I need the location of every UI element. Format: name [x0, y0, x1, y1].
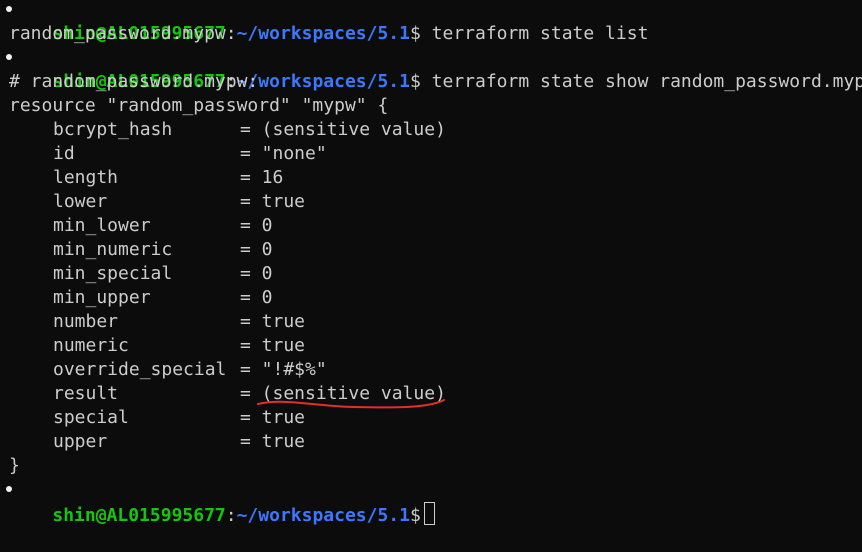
- attribute-key: min_lower: [53, 215, 151, 236]
- attribute-row: bcrypt_hash = (sensitive value): [9, 118, 446, 142]
- attribute-key: id: [53, 143, 75, 164]
- attribute-row: number = true: [9, 310, 305, 334]
- attribute-key: result: [53, 383, 119, 404]
- attribute-row: lower = true: [9, 190, 305, 214]
- attribute-row: id = "none": [9, 142, 327, 166]
- attribute-key: special: [53, 407, 129, 428]
- attribute-value: = true: [240, 407, 306, 428]
- attribute-value: = "!#$%": [240, 359, 327, 380]
- attribute-key: upper: [53, 431, 108, 452]
- attribute-key: lower: [53, 191, 108, 212]
- prompt-dollar: $: [409, 71, 421, 92]
- attribute-row: special = true: [9, 406, 305, 430]
- attribute-value: = (sensitive value): [240, 383, 446, 404]
- attribute-row: min_special = 0: [9, 262, 273, 286]
- attribute-key: override_special: [53, 359, 227, 380]
- command-text: terraform state show random_password.myp…: [420, 71, 862, 92]
- attribute-value: = 16: [240, 167, 284, 188]
- attribute-value: = 0: [240, 287, 273, 308]
- terminal-cursor[interactable]: [423, 502, 435, 525]
- prompt-colon: :: [225, 23, 237, 44]
- attribute-value: = 0: [240, 263, 273, 284]
- prompt-dollar: $: [409, 505, 421, 526]
- attribute-row: upper = true: [9, 430, 305, 454]
- closing-brace: }: [9, 455, 20, 476]
- prompt-colon: :: [225, 505, 237, 526]
- prompt-dollar: $: [409, 23, 421, 44]
- attribute-value: = true: [240, 431, 306, 452]
- output-line: random_password.mypw: [9, 23, 226, 44]
- attribute-key: numeric: [53, 335, 129, 356]
- attribute-row: min_lower = 0: [9, 214, 273, 238]
- prompt-line: shin@AL015995677:~/workspaces/5.1$: [6, 478, 435, 526]
- prompt-path: ~/workspaces/5.1: [236, 505, 410, 526]
- attribute-key: length: [53, 167, 119, 188]
- attribute-row: length = 16: [9, 166, 283, 190]
- attribute-row: result = (sensitive value): [9, 382, 446, 406]
- prompt-path: ~/workspaces/5.1: [236, 23, 410, 44]
- attribute-value: = (sensitive value): [240, 119, 446, 140]
- attribute-key: min_upper: [53, 287, 151, 308]
- prompt-line: shin@AL015995677:~/workspaces/5.1$ terra…: [6, 0, 648, 44]
- attribute-row: min_upper = 0: [9, 286, 273, 310]
- prompt-marker-icon: [6, 54, 12, 60]
- prompt-marker-icon: [6, 486, 12, 492]
- attribute-key: bcrypt_hash: [53, 119, 173, 140]
- attribute-row: override_special = "!#$%": [9, 358, 327, 382]
- attribute-value: = 0: [240, 215, 273, 236]
- attribute-value: = "none": [240, 143, 327, 164]
- attribute-value: = 0: [240, 239, 273, 260]
- prompt-marker-icon: [6, 6, 12, 12]
- attribute-key: min_numeric: [53, 239, 173, 260]
- prompt-path: ~/workspaces/5.1: [236, 71, 410, 92]
- attribute-value: = true: [240, 335, 306, 356]
- attribute-row: min_numeric = 0: [9, 238, 273, 262]
- attribute-key: min_special: [53, 263, 173, 284]
- attribute-row: numeric = true: [9, 334, 305, 358]
- attribute-value: = true: [240, 191, 306, 212]
- attribute-value: = true: [240, 311, 306, 332]
- terminal-window[interactable]: shin@AL015995677:~/workspaces/5.1$ terra…: [0, 0, 862, 526]
- prompt-user: shin@AL015995677: [52, 505, 226, 526]
- attribute-key: number: [53, 311, 119, 332]
- output-comment: # random_password.mypw:: [9, 71, 259, 92]
- prompt-line: shin@AL015995677:~/workspaces/5.1$ terra…: [6, 46, 862, 92]
- command-text: terraform state list: [420, 23, 649, 44]
- resource-header: resource "random_password" "mypw" {: [9, 95, 389, 116]
